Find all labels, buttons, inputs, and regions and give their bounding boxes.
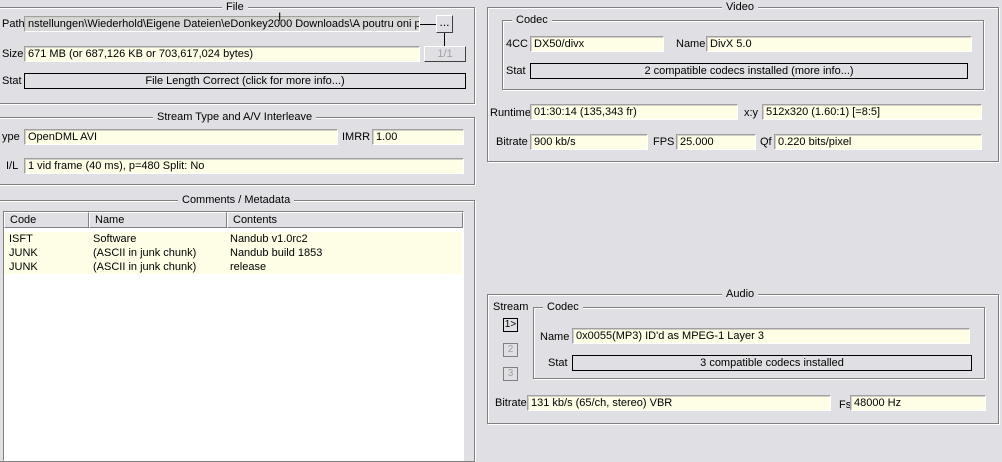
video-name-label: Name	[676, 38, 706, 50]
path-field[interactable]: nstellungen\Wiederhold\Eigene Dateien\eD…	[24, 16, 420, 32]
fourcc-field: DX50/divx	[530, 36, 664, 52]
audio-stream-label: Stream	[493, 301, 529, 313]
video-codec-title: Codec	[512, 14, 552, 26]
column-header-name[interactable]: Name	[89, 212, 227, 228]
qf-label: Qf	[760, 136, 772, 148]
audio-stat-label: Stat	[548, 357, 568, 369]
file-group-title: File	[222, 1, 248, 13]
audio-codec-title: Codec	[543, 301, 583, 313]
row-code: ISFT	[9, 233, 33, 245]
stream-group-title: Stream Type and A/V Interleave	[153, 111, 317, 123]
audio-stream-2-button[interactable]: 2	[503, 343, 518, 357]
row-name: Software	[93, 233, 137, 245]
path-connector-line	[420, 24, 436, 25]
row-name: (ASCII in junk chunk)	[93, 261, 197, 273]
browse-connector-line	[444, 33, 445, 47]
fps-label: FPS	[653, 136, 675, 148]
type-field: OpenDML AVI	[24, 129, 338, 145]
size-label: Size	[2, 48, 24, 60]
row-name: (ASCII in junk chunk)	[93, 247, 197, 259]
fps-field: 25.000	[676, 134, 756, 150]
imrr-label: IMRR	[342, 131, 371, 143]
xy-field: 512x320 (1.60:1) [=8:5]	[762, 104, 982, 120]
table-row[interactable]: JUNK (ASCII in junk chunk) Nandub build …	[4, 246, 462, 260]
file-stat-label: Stat	[2, 75, 22, 87]
video-codec-group	[502, 20, 984, 90]
runtime-label: Runtime	[490, 107, 531, 119]
comments-group-title: Comments / Metadata	[178, 194, 295, 206]
type-label: ype	[2, 131, 20, 143]
table-row[interactable]: JUNK (ASCII in junk chunk) release	[4, 260, 462, 274]
size-field: 671 MB (or 687,126 KB or 703,617,024 byt…	[24, 46, 420, 62]
audio-bitrate-field: 131 kb/s (65/ch, stereo) VBR	[527, 395, 831, 411]
fourcc-label: 4CC	[506, 38, 529, 50]
il-field: 1 vid frame (40 ms), p=480 Split: No	[24, 158, 464, 174]
row-contents: Nandub build 1853	[230, 247, 323, 259]
video-group-title: Video	[722, 1, 758, 13]
video-stat-label: Stat	[506, 65, 526, 77]
audio-stream-3-button[interactable]: 3	[503, 367, 518, 381]
browse-button[interactable]: ...	[436, 15, 453, 33]
row-contents: release	[230, 261, 267, 273]
video-bitrate-label: Bitrate	[496, 136, 528, 148]
row-code: JUNK	[9, 261, 38, 273]
runtime-field: 01:30:14 (135,343 fr)	[530, 104, 738, 120]
audio-bitrate-label: Bitrate	[495, 397, 527, 409]
audio-group-title: Audio	[722, 288, 759, 300]
stream-group	[0, 117, 475, 185]
audio-stream-1-button[interactable]: 1>	[503, 318, 518, 332]
file-stat-button[interactable]: File Length Correct (click for more info…	[24, 73, 466, 89]
video-name-field: DivX 5.0	[706, 36, 972, 52]
audio-name-label: Name	[540, 331, 570, 343]
row-code: JUNK	[9, 247, 38, 259]
part-button[interactable]: 1/1	[424, 46, 466, 62]
path-label: Path	[2, 18, 25, 30]
video-bitrate-field: 900 kb/s	[530, 134, 648, 150]
row-contents: Nandub v1.0rc2	[230, 233, 308, 245]
path-cursor-icon: I	[278, 10, 282, 24]
xy-label: x:y	[744, 107, 759, 119]
column-header-contents[interactable]: Contents	[227, 212, 463, 228]
il-label: I/L	[6, 160, 19, 172]
metadata-list[interactable]: Code Name Contents ISFT Software Nandub …	[3, 211, 464, 461]
audio-name-field: 0x0055(MP3) ID'd as MPEG-1 Layer 3	[572, 328, 970, 344]
imrr-field: 1.00	[372, 129, 464, 145]
column-header-code[interactable]: Code	[4, 212, 89, 228]
qf-field: 0.220 bits/pixel	[774, 134, 982, 150]
audio-stat-button[interactable]: 3 compatible codecs installed	[572, 355, 972, 371]
video-stat-button[interactable]: 2 compatible codecs installed (more info…	[530, 63, 968, 79]
table-row[interactable]: ISFT Software Nandub v1.0rc2	[4, 232, 462, 246]
fs-field: 48000 Hz	[850, 395, 986, 411]
